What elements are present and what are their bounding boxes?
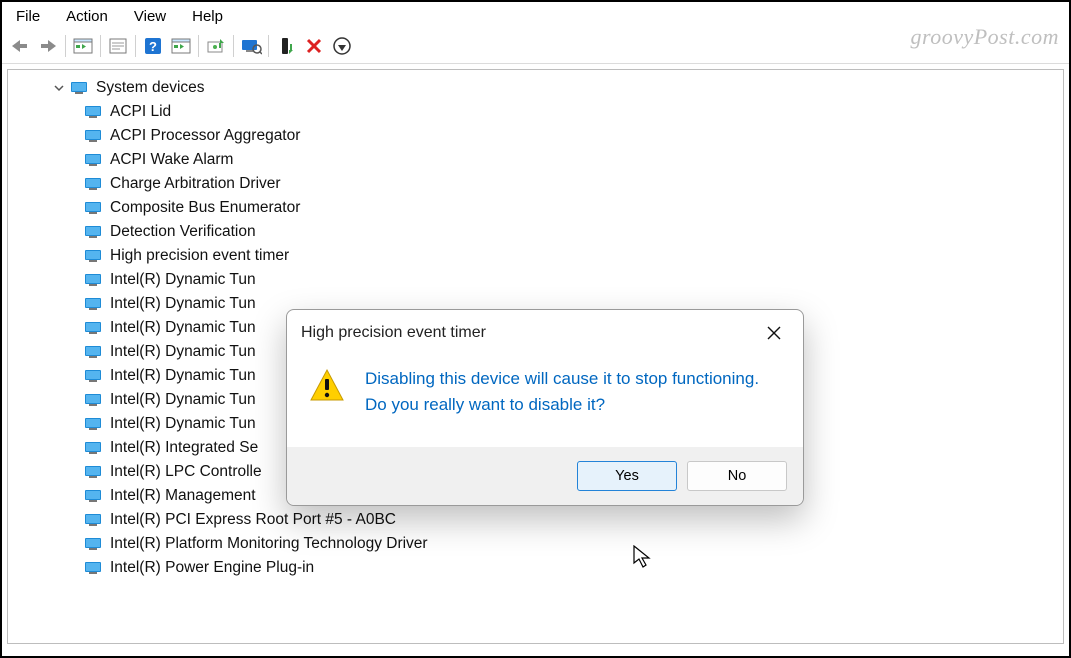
no-button[interactable]: No [687,461,787,491]
menubar: File Action View Help [2,2,1069,31]
toolbar-separator [198,35,199,57]
back-button[interactable] [6,33,34,59]
update-driver-button[interactable] [202,33,230,59]
toolbar: ? [2,31,1069,63]
tree-item-label: Charge Arbitration Driver [110,175,281,193]
tree-item[interactable]: Composite Bus Enumerator [84,196,1063,220]
tree-item-label: Intel(R) Dynamic Tun [110,343,256,361]
tree-item-label: Intel(R) Dynamic Tun [110,319,256,337]
enable-device-button[interactable] [272,33,300,59]
svg-text:?: ? [149,39,157,54]
tree-item-label: Composite Bus Enumerator [110,199,300,217]
device-icon [84,176,104,192]
dialog-close-button[interactable] [759,320,789,346]
device-icon [84,512,104,528]
tree-item[interactable]: Detection Verification [84,220,1063,244]
yes-button[interactable]: Yes [577,461,677,491]
dialog-title: High precision event timer [301,324,486,342]
tree-item[interactable]: ACPI Processor Aggregator [84,124,1063,148]
warning-icon [309,366,345,419]
help-button[interactable]: ? [139,33,167,59]
dialog-titlebar: High precision event timer [287,310,803,352]
tree-item-label: Detection Verification [110,223,256,241]
device-icon [84,296,104,312]
action-sheet-button[interactable] [167,33,195,59]
tree-item-label: Intel(R) Dynamic Tun [110,391,256,409]
toolbar-separator [135,35,136,57]
tree-item-label: ACPI Wake Alarm [110,151,233,169]
tree-item-label: Intel(R) PCI Express Root Port #5 - A0BC [110,511,396,529]
menu-file[interactable]: File [10,6,54,27]
dialog-footer: Yes No [287,447,803,505]
tree-item-label: Intel(R) Integrated Se [110,439,258,457]
tree-item[interactable]: Charge Arbitration Driver [84,172,1063,196]
device-icon [84,320,104,336]
device-icon [84,488,104,504]
menu-action[interactable]: Action [60,6,122,27]
device-icon [84,560,104,576]
toolbar-separator [100,35,101,57]
chevron-down-icon[interactable] [52,83,66,93]
tree-item[interactable]: Intel(R) PCI Express Root Port #5 - A0BC [84,508,1063,532]
tree-item[interactable]: High precision event timer [84,244,1063,268]
tree-item-label: Intel(R) Management [110,487,256,505]
tree-item-label: Intel(R) Dynamic Tun [110,415,256,433]
tree-item-label: Intel(R) Dynamic Tun [110,295,256,313]
tree-item-label: Intel(R) Dynamic Tun [110,271,256,289]
device-icon [84,272,104,288]
tree-item-label: Intel(R) Dynamic Tun [110,367,256,385]
system-devices-icon [70,80,90,96]
device-icon [84,152,104,168]
toolbar-divider [2,63,1069,64]
menu-view[interactable]: View [128,6,180,27]
tree-item[interactable]: ACPI Lid [84,100,1063,124]
scan-hardware-button[interactable] [237,33,265,59]
tree-item[interactable]: Intel(R) Platform Monitoring Technology … [84,532,1063,556]
tree-item-label: High precision event timer [110,247,289,265]
tree-item-label: Intel(R) Platform Monitoring Technology … [110,535,428,553]
device-icon [84,248,104,264]
tree-item-label: Intel(R) LPC Controlle [110,463,262,481]
toolbar-separator [233,35,234,57]
toolbar-separator [268,35,269,57]
device-icon [84,104,104,120]
properties-sheet-button[interactable] [104,33,132,59]
toolbar-separator [65,35,66,57]
dialog-message: Disabling this device will cause it to s… [365,366,777,419]
tree-item-label: ACPI Lid [110,103,171,121]
device-icon [84,200,104,216]
device-icon [84,224,104,240]
device-icon [84,440,104,456]
tree-root-system-devices[interactable]: System devices [52,76,1063,100]
menu-help[interactable]: Help [186,6,237,27]
forward-button[interactable] [34,33,62,59]
tree-root-label: System devices [96,79,205,97]
device-icon [84,464,104,480]
show-hide-tree-button[interactable] [69,33,97,59]
device-icon [84,416,104,432]
uninstall-device-button[interactable] [300,33,328,59]
device-icon [84,536,104,552]
tree-item[interactable]: Intel(R) Dynamic Tun [84,268,1063,292]
tree-item-label: ACPI Processor Aggregator [110,127,300,145]
device-icon [84,368,104,384]
disable-device-dialog: High precision event timer Disabling thi… [286,309,804,506]
tree-item[interactable]: Intel(R) Power Engine Plug-in [84,556,1063,580]
device-icon [84,392,104,408]
device-icon [84,128,104,144]
add-legacy-button[interactable] [328,33,356,59]
device-icon [84,344,104,360]
tree-item-label: Intel(R) Power Engine Plug-in [110,559,314,577]
tree-item[interactable]: ACPI Wake Alarm [84,148,1063,172]
